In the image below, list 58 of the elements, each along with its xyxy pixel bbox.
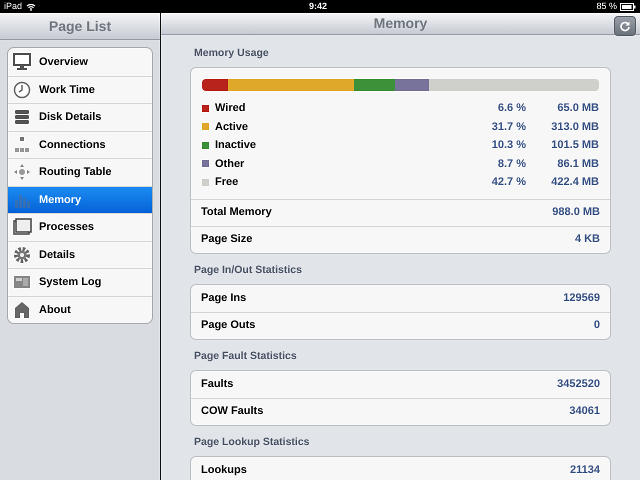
percent-value: 31.7 % <box>490 120 526 134</box>
sidebar-item[interactable]: Memory <box>8 186 152 213</box>
sidebar-item[interactable]: Work Time <box>8 76 152 103</box>
sidebar-item[interactable]: Overview <box>8 48 152 76</box>
refresh-button[interactable] <box>614 16 636 36</box>
monitor-icon <box>12 52 32 72</box>
sidebar-item[interactable]: Disk Details <box>8 103 152 130</box>
size-value: 313.0 MB <box>550 120 599 134</box>
size-value: 86.1 MB <box>556 156 599 172</box>
sidebar-item[interactable]: Processes <box>8 213 152 240</box>
row-label: Total Memory <box>201 205 272 220</box>
move-arrows-icon <box>12 162 32 182</box>
device-name: iPad <box>4 0 22 13</box>
refresh-icon <box>619 20 631 32</box>
row-label: Lookups <box>201 462 247 478</box>
row-label: Page Outs <box>201 318 256 334</box>
legend-label: Active <box>215 120 248 134</box>
status-time: 9:42 <box>309 0 328 13</box>
row-value: 988.0 MB <box>552 205 600 220</box>
sidebar-item[interactable]: System Log <box>8 268 152 296</box>
sidebar-item[interactable]: About <box>8 296 152 323</box>
row-label: COW Faults <box>201 404 264 420</box>
section-header: Page Lookup Statistics <box>193 436 311 448</box>
section-header: Memory Usage <box>193 47 270 60</box>
percent-value: 42.7 % <box>490 175 526 190</box>
section-header: Page Fault Statistics <box>193 350 298 362</box>
legend-label: Inactive <box>215 138 256 153</box>
hierarchy-icon <box>12 134 32 155</box>
house-icon <box>12 300 32 320</box>
row-value: 0 <box>594 318 600 334</box>
row-value: 21134 <box>570 462 600 478</box>
row-value: 4 KB <box>574 232 600 248</box>
sidebar-item[interactable]: Connections <box>8 130 152 158</box>
window-icon <box>12 217 32 238</box>
battery-percent: 85 % <box>596 0 617 13</box>
row-label: Page Size <box>201 232 252 248</box>
row-value: 3452520 <box>557 376 600 392</box>
legend-label: Wired <box>215 101 246 116</box>
section-header: Page In/Out Statistics <box>193 264 303 276</box>
battery-icon <box>620 2 636 10</box>
size-value: 101.5 MB <box>550 138 599 153</box>
legend-label: Other <box>215 156 244 172</box>
row-label: Faults <box>201 376 234 392</box>
row-value: 34061 <box>569 404 600 420</box>
navigation-title: Page List <box>48 16 112 36</box>
percent-value: 6.6 % <box>496 101 526 116</box>
clock-icon <box>12 80 32 100</box>
row-value: 129569 <box>563 290 600 306</box>
sidebar-item[interactable]: Details <box>8 240 152 268</box>
legend-label: Free <box>215 175 238 190</box>
row-label: Page Ins <box>201 290 246 306</box>
navigation-title: Memory <box>374 14 428 33</box>
size-value: 65.0 MB <box>556 101 599 116</box>
size-value: 422.4 MB <box>550 175 599 190</box>
percent-value: 10.3 % <box>490 138 526 153</box>
percent-value: 8.7 % <box>496 156 526 172</box>
wifi-icon <box>26 2 36 10</box>
settings-icon <box>12 244 32 265</box>
